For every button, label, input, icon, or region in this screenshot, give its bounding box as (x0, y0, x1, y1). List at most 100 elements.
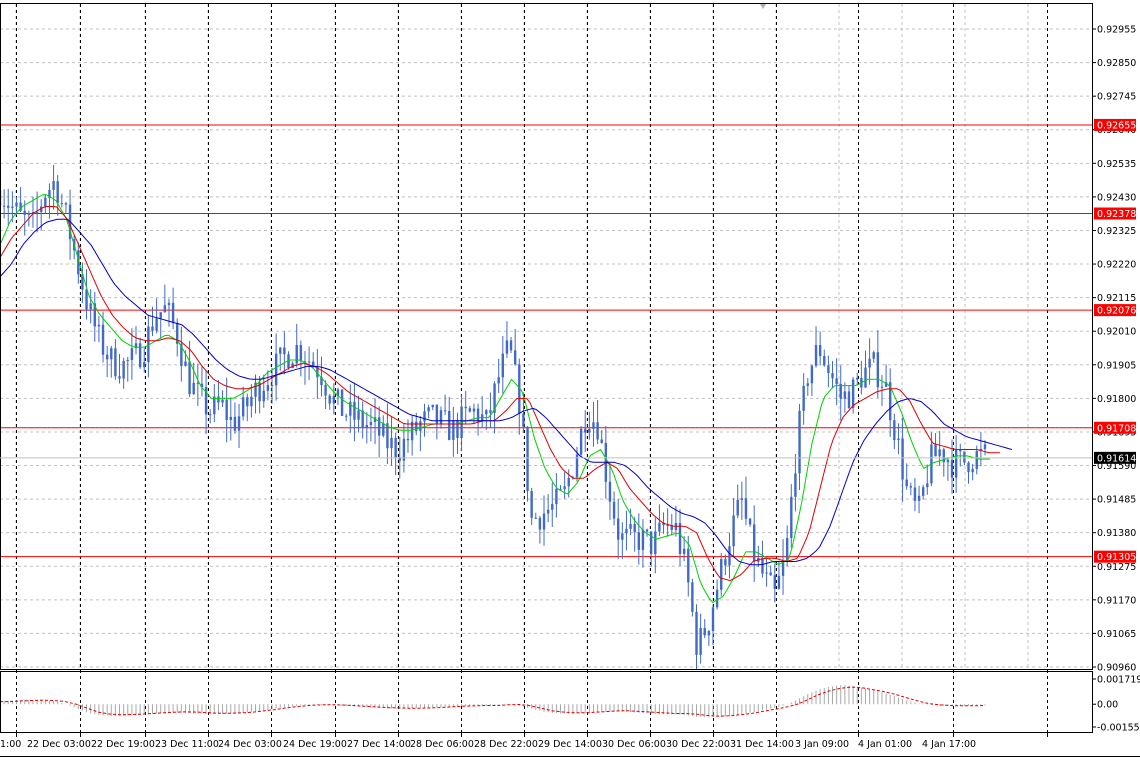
time-tick-label: 3 Jan 09:00 (795, 739, 849, 750)
candle-body (489, 410, 492, 413)
candle-body (15, 202, 18, 207)
candle-body (35, 211, 39, 213)
horizontal-levels (0, 124, 1092, 558)
candle-body (897, 438, 900, 441)
candle-body (159, 312, 162, 319)
candle-body (167, 302, 171, 306)
candle-body (720, 559, 723, 590)
candle-body (950, 459, 954, 478)
time-tick-label: 1:00 (0, 739, 21, 750)
time-tick-label: 28 Dec 22:00 (474, 739, 538, 750)
candle-body (555, 488, 558, 505)
candle-body (52, 181, 55, 190)
candle-body (934, 444, 937, 457)
candle-body (917, 495, 921, 501)
time-tick-label: 30 Dec 22:00 (666, 739, 730, 750)
candle-body (295, 345, 298, 364)
price-tick-label: 0.92535 (1097, 159, 1136, 170)
candle-body (332, 395, 336, 404)
candle-body (806, 383, 809, 386)
candle-body (208, 414, 212, 416)
candle-body (798, 410, 801, 474)
candle-body (740, 498, 744, 500)
candle-body (959, 449, 962, 452)
candle-body (270, 385, 274, 387)
time-tick-label: 30 Dec 06:00 (602, 739, 666, 750)
candle-body (781, 561, 785, 576)
candle-body (868, 358, 871, 368)
time-tick-label: 24 Dec 03:00 (218, 739, 282, 750)
candle-body (464, 406, 467, 409)
candle-body (2, 205, 6, 207)
candle-body (732, 515, 735, 547)
candle-body (983, 444, 987, 450)
time-tick-label: 24 Dec 19:00 (283, 739, 347, 750)
candle-body (769, 572, 772, 576)
candle-body (761, 558, 764, 574)
candle-body (963, 451, 966, 463)
candle-body (431, 404, 434, 408)
candle-body (563, 486, 566, 490)
candle-body (893, 420, 896, 441)
price-tick-label: 0.92850 (1097, 58, 1136, 69)
oscillator-axis: 0.001719 0.00 -0.001553 (1092, 675, 1140, 734)
price-tags: 0.92655 0.92378 0.92076 0.91708 0.91305 0.916… (0, 118, 1136, 563)
candle-body (625, 528, 628, 534)
time-axis: 1:00 22 Dec 03:00 22 Dec 19:00 23 Dec 11:00… (0, 733, 1048, 750)
candle-body (262, 390, 265, 402)
ma-slow-line (0, 218, 1013, 566)
candle-body (843, 391, 847, 399)
candle-body (23, 210, 26, 215)
candle-body (530, 491, 533, 518)
level-tag-label: 0.92076 (1097, 306, 1136, 317)
candle-body (773, 575, 777, 589)
candle-body (105, 354, 109, 360)
candle-body (225, 399, 228, 421)
candle-body (155, 318, 158, 331)
candle-body (250, 396, 253, 407)
price-chart[interactable]: 0.929550.928500.927450.926400.925350.924… (0, 0, 1140, 757)
candle-body (621, 533, 624, 540)
price-tick-label: 0.92325 (1097, 226, 1136, 237)
candle-body (645, 529, 649, 532)
candle-body (110, 348, 113, 360)
candle-body (188, 361, 191, 395)
candle-body (377, 417, 381, 436)
candle-body (633, 524, 636, 533)
candle-body (509, 340, 513, 351)
candle-body (217, 396, 220, 403)
candle-body (237, 416, 241, 431)
candle-body (954, 449, 958, 478)
candle-body (369, 421, 373, 426)
candle-body (184, 361, 187, 366)
chart-window[interactable]: 0.929550.928500.927450.926400.925350.924… (0, 0, 1140, 757)
candle-body (419, 421, 422, 432)
candle-body (802, 385, 805, 411)
candle-body (307, 361, 311, 363)
candle-body (382, 423, 385, 436)
candle-body (97, 324, 101, 327)
time-tick-label: 22 Dec 03:00 (27, 739, 91, 750)
price-tick-label: 0.91905 (1097, 360, 1136, 371)
candle-body (163, 305, 167, 313)
candle-body (468, 408, 472, 412)
candle-body (472, 408, 476, 412)
candle-body (682, 548, 686, 554)
price-tick-label: 0.92745 (1097, 92, 1136, 103)
candle-body (707, 631, 711, 636)
candle-body (818, 345, 822, 357)
candle-body (546, 509, 550, 514)
candle-body (101, 324, 105, 355)
candle-body (872, 352, 875, 359)
candle-body (827, 365, 830, 374)
candle-body (443, 410, 447, 412)
candle-body (64, 203, 68, 205)
candle-body (501, 353, 505, 378)
candle-body (448, 411, 451, 440)
level-tag-label: 0.92655 (1097, 120, 1136, 131)
candle-body (921, 487, 925, 496)
time-tick-label: 22 Dec 19:00 (91, 739, 155, 750)
candle-body (814, 345, 818, 366)
candle-body (439, 410, 443, 424)
price-tick-label: 0.92955 (1097, 25, 1136, 36)
